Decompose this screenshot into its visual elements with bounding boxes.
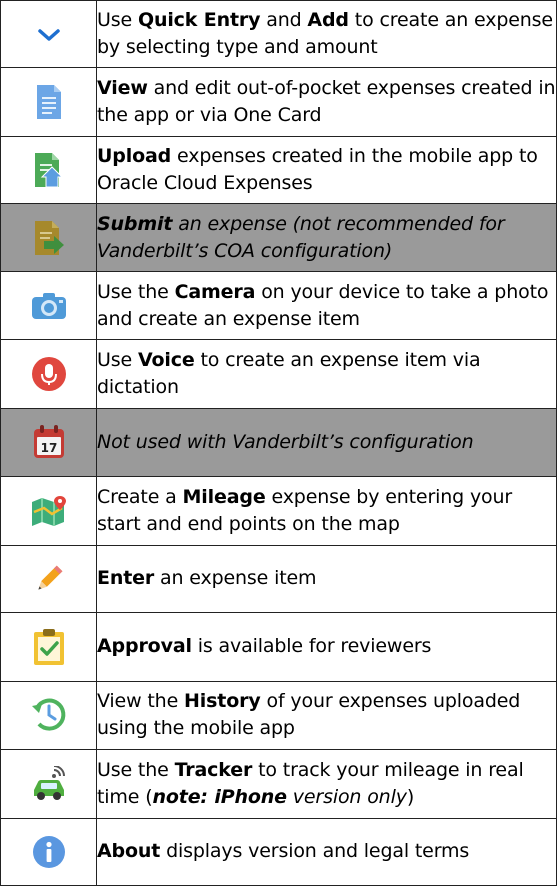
feature-name: Camera xyxy=(174,280,256,303)
description-cell: Use Quick Entry and Add to create an exp… xyxy=(96,0,557,69)
description-text: Use the xyxy=(97,280,175,303)
car-tracker-icon xyxy=(30,765,68,802)
legend-row-quick-entry: Use Quick Entry and Add to create an exp… xyxy=(0,0,557,69)
microphone-icon xyxy=(31,356,67,392)
history-icon xyxy=(30,696,68,734)
feature-name: Tracker xyxy=(174,758,253,781)
legend-row-approval: Approval is available for reviewers xyxy=(0,612,557,682)
icon-cell xyxy=(0,544,97,614)
description-text: displays version and legal terms xyxy=(160,840,470,863)
pencil-icon xyxy=(34,564,64,594)
description-text: an expense item xyxy=(154,567,317,590)
camera-icon xyxy=(30,291,68,321)
legend-row-submit: Submit an expense (not recommended for V… xyxy=(0,203,557,272)
feature-name: Mileage xyxy=(182,485,266,508)
description-text: Not used with Vanderbilt’s configuration xyxy=(97,430,474,453)
description-cell: Use the Tracker to track your mileage in… xyxy=(96,749,557,819)
description-text: and edit out-of-pocket expenses created … xyxy=(97,77,556,127)
legend-row-view: View and edit out-of-pocket expenses cre… xyxy=(0,67,557,137)
legend-row-upload: Upload expenses created in the mobile ap… xyxy=(0,135,557,205)
icon-cell xyxy=(0,612,97,682)
feature-name: Enter xyxy=(97,567,155,590)
description-cell: View the History of your expenses upload… xyxy=(96,680,557,751)
description-cell: About displays version and legal terms xyxy=(96,817,557,886)
legend-row-tracker: Use the Tracker to track your mileage in… xyxy=(0,749,557,819)
icon-cell: 17 xyxy=(0,407,97,478)
submit-document-icon xyxy=(32,219,66,257)
description-text: version only xyxy=(286,785,407,808)
description-text: Use the xyxy=(97,758,175,781)
map-icon xyxy=(30,494,68,528)
description-cell: Use the Camera on your device to take a … xyxy=(96,270,557,341)
legend-row-mileage: Create a Mileage expense by entering you… xyxy=(0,476,557,546)
description-cell: Enter an expense item xyxy=(96,544,557,614)
legend-row-history: View the History of your expenses upload… xyxy=(0,680,557,751)
icon-legend-table: Use Quick Entry and Add to create an exp… xyxy=(0,0,557,886)
icon-cell xyxy=(0,135,97,205)
icon-cell xyxy=(0,680,97,751)
description-text: Create a xyxy=(97,485,183,508)
feature-name: History xyxy=(184,690,261,713)
chevron-down-icon xyxy=(36,26,62,44)
icon-cell xyxy=(0,203,97,272)
calendar-day-text: 17 xyxy=(40,441,57,455)
feature-name: Quick Entry xyxy=(137,9,261,32)
description-text: Use xyxy=(97,348,138,371)
description-text: View the xyxy=(97,690,184,713)
icon-cell xyxy=(0,67,97,137)
feature-name: Submit xyxy=(97,212,173,235)
description-cell: Submit an expense (not recommended for V… xyxy=(96,203,557,272)
description-text: and xyxy=(260,9,308,32)
document-icon xyxy=(34,83,64,121)
description-cell: Not used with Vanderbilt’s configuration xyxy=(96,407,557,478)
feature-name: About xyxy=(97,840,161,863)
icon-cell xyxy=(0,339,97,409)
description-cell: Approval is available for reviewers xyxy=(96,612,557,682)
legend-row-voice: Use Voice to create an expense item via … xyxy=(0,339,557,409)
legend-row-calendar: 17 Not used with Vanderbilt’s configurati… xyxy=(0,407,557,478)
feature-name: Upload xyxy=(97,145,172,168)
description-text: Use xyxy=(97,9,138,32)
upload-document-icon xyxy=(32,151,66,189)
description-text: ) xyxy=(406,785,415,808)
feature-name: note: iPhone xyxy=(152,785,287,808)
icon-cell xyxy=(0,749,97,819)
icon-cell xyxy=(0,476,97,546)
calendar-icon: 17 xyxy=(32,424,66,460)
icon-cell xyxy=(0,270,97,341)
legend-row-camera: Use the Camera on your device to take a … xyxy=(0,270,557,341)
feature-name: Voice xyxy=(137,348,195,371)
icon-cell xyxy=(0,817,97,886)
description-cell: View and edit out-of-pocket expenses cre… xyxy=(96,67,557,137)
description-cell: Upload expenses created in the mobile ap… xyxy=(96,135,557,205)
info-icon xyxy=(32,835,66,869)
icon-cell xyxy=(0,0,97,69)
description-cell: Create a Mileage expense by entering you… xyxy=(96,476,557,546)
clipboard-check-icon xyxy=(32,627,66,667)
feature-name: Add xyxy=(307,9,349,32)
feature-name: Approval xyxy=(97,635,192,658)
description-cell: Use Voice to create an expense item via … xyxy=(96,339,557,409)
description-text: is available for reviewers xyxy=(191,635,432,658)
feature-name: View xyxy=(97,77,148,100)
legend-row-enter: Enter an expense item xyxy=(0,544,557,614)
legend-row-about: About displays version and legal terms xyxy=(0,817,557,886)
